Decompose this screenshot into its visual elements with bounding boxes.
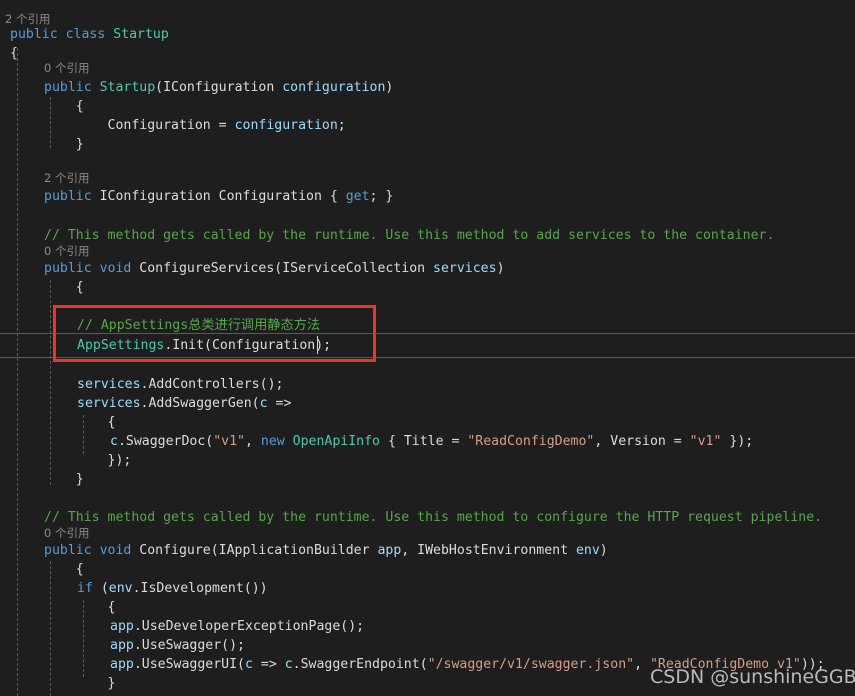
token-var-app: app	[110, 638, 134, 653]
token-useswaggerui-call: .UseSwaggerUI(	[133, 657, 245, 672]
code-line-class-open-brace[interactable]: {	[10, 44, 18, 63]
token-semicolon: ;	[337, 118, 346, 133]
token-punct: (	[155, 80, 164, 95]
token-lambda-param-c: c	[244, 657, 253, 672]
code-line-use-swagger[interactable]: app.UseSwagger();	[110, 636, 245, 655]
token-param-env: env	[575, 543, 600, 558]
token-type-iconfiguration: IConfiguration	[163, 80, 283, 95]
code-line-configureservices-open-brace[interactable]: {	[44, 278, 84, 297]
token-swaggerdoc-call: .SwaggerDoc(	[117, 434, 214, 449]
code-line-appsettings-init[interactable]: AppSettings.Init(Configuration);	[77, 336, 331, 355]
code-line-swaggerdoc[interactable]: c.SwaggerDoc("v1", new OpenApiInfo { Tit…	[110, 432, 753, 451]
token-addswaggergen-call: .AddSwaggerGen(	[140, 396, 260, 411]
token-lambda-param-c: c	[259, 396, 268, 411]
token-useswagger-call: .UseSwagger();	[133, 638, 245, 653]
token-var-services: services	[77, 396, 141, 411]
token-string-swagger-json-path: "/swagger/v1/swagger.json"	[427, 657, 635, 672]
token-keyword: public class	[10, 27, 114, 42]
token-string-v1: "v1"	[213, 434, 245, 449]
current-line-bottom-border	[0, 357, 855, 358]
text-caret	[317, 336, 318, 354]
code-line-add-controllers[interactable]: services.AddControllers();	[77, 375, 283, 394]
code-line-ctor-open-brace[interactable]: {	[44, 97, 84, 116]
token-punct-close: )	[599, 543, 608, 558]
token-type-appsettings: AppSettings	[77, 338, 165, 353]
token-punct-close: )	[385, 80, 394, 95]
token-isdevelopment-call: .IsDevelopment())	[132, 581, 268, 596]
code-line-swaggergen-open-brace[interactable]: {	[44, 413, 116, 432]
token-usedeveloperexceptionpage-call: .UseDeveloperExceptionPage();	[133, 619, 365, 634]
token-param-configuration: configuration	[282, 80, 386, 95]
code-line-comment-appsettings-chinese[interactable]: // AppSettings总类进行调用静态方法	[77, 316, 320, 335]
code-line-class-declaration[interactable]: public class Startup	[10, 25, 169, 44]
token-keyword-get: get	[345, 189, 370, 204]
code-line-add-swaggergen[interactable]: services.AddSwaggerGen(c =>	[77, 394, 291, 413]
token-keyword: public void	[44, 261, 140, 276]
token-keyword: public	[44, 189, 100, 204]
token-param-sep: , IWebHostEnvironment	[401, 543, 576, 558]
token-var-app: app	[110, 657, 134, 672]
token-keyword-new: new	[260, 434, 293, 449]
token-punct: ; }	[369, 189, 394, 204]
token-param-env: env	[108, 581, 133, 596]
token-assignment: Configuration =	[44, 118, 235, 133]
codelens-method-configureservices[interactable]: 0 个引用	[44, 243, 89, 260]
code-line-use-developer-exception-page[interactable]: app.UseDeveloperExceptionPage();	[110, 617, 364, 636]
token-keyword-if: if	[77, 581, 101, 596]
codelens-method-configure[interactable]: 0 个引用	[44, 525, 89, 542]
indent-guide-level-1	[17, 48, 18, 696]
code-editor[interactable]: 2 个引用 0 个引用 2 个引用 0 个引用 0 个引用 public cla…	[0, 0, 855, 696]
token-type-openapiinfo: OpenApiInfo	[292, 434, 380, 449]
code-line-if-open-brace[interactable]: {	[44, 598, 116, 617]
code-line-assign-configuration[interactable]: Configuration = configuration;	[44, 116, 346, 135]
codelens-property-configuration[interactable]: 2 个引用	[44, 170, 89, 187]
code-line-if-isdevelopment[interactable]: if (env.IsDevelopment())	[77, 579, 268, 598]
token-addcontrollers-call: .AddControllers();	[140, 377, 284, 392]
token-close: });	[721, 434, 754, 449]
token-var-app: app	[110, 619, 134, 634]
token-title-prop: { Title =	[380, 434, 468, 449]
token-lambda-arrow: =>	[252, 657, 285, 672]
token-comma: ,	[245, 434, 261, 449]
token-method-signature: ConfigureServices(IServiceCollection	[139, 261, 434, 276]
token-string-version-v1: "v1"	[689, 434, 722, 449]
token-lambda-param-c2: c	[284, 657, 293, 672]
code-line-comment-http-pipeline[interactable]: // This method gets called by the runtim…	[44, 508, 822, 527]
code-line-configureservices-close-brace[interactable]: }	[44, 470, 84, 489]
token-keyword: public	[44, 80, 100, 95]
code-line-ctor-declaration[interactable]: public Startup(IConfiguration configurat…	[44, 78, 393, 97]
token-keyword: public void	[44, 543, 140, 558]
code-line-configure-declaration[interactable]: public void Configure(IApplicationBuilde…	[44, 541, 608, 560]
code-line-property-configuration[interactable]: public IConfiguration Configuration { ge…	[44, 187, 393, 206]
token-param-app: app	[377, 543, 402, 558]
code-line-configureservices-declaration[interactable]: public void ConfigureServices(IServiceCo…	[44, 259, 505, 278]
token-type-startup: Startup	[99, 80, 156, 95]
csdn-watermark: CSDN @sunshineGGB	[650, 666, 855, 688]
token-comma: ,	[634, 657, 650, 672]
token-var-services: services	[77, 377, 141, 392]
token-paren-open: (	[100, 581, 109, 596]
token-string-readconfigdemo: "ReadConfigDemo"	[467, 434, 595, 449]
token-param-services: services	[433, 261, 497, 276]
token-version-prop: , Version =	[594, 434, 690, 449]
token-swaggerendpoint-call: .SwaggerEndpoint(	[292, 657, 428, 672]
token-init-call: .Init(Configuration);	[164, 338, 332, 353]
token-param-configuration: configuration	[234, 118, 338, 133]
token-type-startup: Startup	[113, 27, 169, 42]
token-punct-close: )	[496, 261, 505, 276]
code-line-comment-add-services[interactable]: // This method gets called by the runtim…	[44, 226, 774, 245]
code-line-configure-open-brace[interactable]: {	[44, 560, 84, 579]
token-method-signature: Configure(IApplicationBuilder	[139, 543, 378, 558]
codelens-ctor-startup[interactable]: 0 个引用	[44, 60, 89, 77]
token-property-signature: IConfiguration Configuration {	[99, 189, 346, 204]
code-line-if-close-brace[interactable]: }	[44, 674, 116, 693]
code-line-ctor-close-brace[interactable]: }	[44, 135, 84, 154]
token-lambda-param-c: c	[110, 434, 118, 449]
code-line-swaggergen-close[interactable]: });	[44, 451, 132, 470]
token-lambda-arrow: =>	[267, 396, 292, 411]
